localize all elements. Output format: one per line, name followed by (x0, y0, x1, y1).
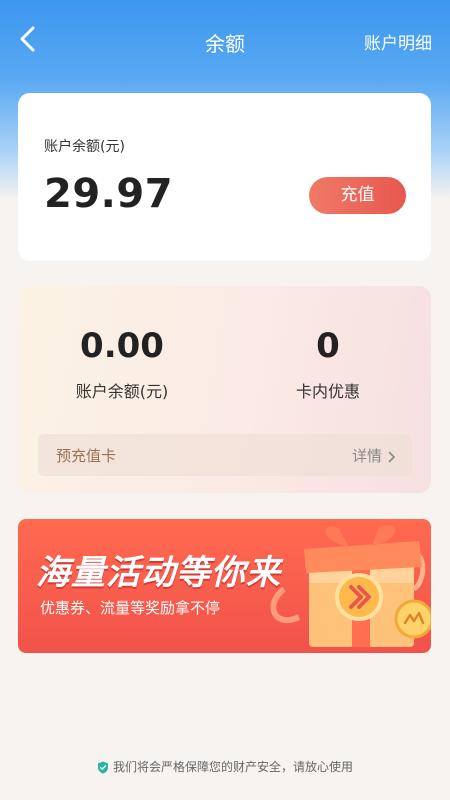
detail-label: 详情 (351, 447, 382, 465)
chevron-right-icon (388, 451, 396, 462)
card-balance-label: 账户余额(元) (75, 382, 169, 401)
card-discount-label: 卡内优惠 (295, 382, 360, 401)
card-balance-value: 0.00 (80, 326, 164, 366)
banner-title: 海量活动等你来 (36, 553, 281, 593)
card-discount-stat: 0 卡内优惠 (228, 326, 428, 402)
balance-card: 账户余额(元) 29.97 充值 (18, 93, 431, 261)
gift-box-icon (270, 525, 431, 647)
balance-label: 账户余额(元) (44, 139, 125, 155)
prepaid-card-row[interactable]: 预充值卡 详情 (38, 434, 412, 476)
card-discount-value: 0 (316, 326, 340, 366)
promo-banner[interactable]: 海量活动等你来 优惠券、流量等奖励拿不停 (18, 519, 431, 653)
balance-value: 29.97 (44, 171, 174, 217)
shield-icon (97, 761, 108, 774)
card-balance-stat: 0.00 账户余额(元) (22, 326, 222, 402)
header: 余额 账户明细 (0, 0, 450, 80)
prepaid-detail-link[interactable]: 详情 (352, 445, 396, 466)
account-detail-link[interactable]: 账户明细 (364, 29, 432, 54)
recharge-button[interactable]: 充值 (309, 177, 406, 214)
security-notice: 我们将会严格保障您的财产安全，请放心使用 (0, 758, 450, 775)
prepaid-card-section: 0.00 账户余额(元) 0 卡内优惠 预充值卡 详情 (18, 286, 431, 493)
prepaid-card-label: 预充值卡 (56, 447, 117, 465)
security-notice-text: 我们将会严格保障您的财产安全，请放心使用 (112, 760, 353, 774)
banner-subtitle: 优惠券、流量等奖励拿不停 (40, 599, 221, 617)
